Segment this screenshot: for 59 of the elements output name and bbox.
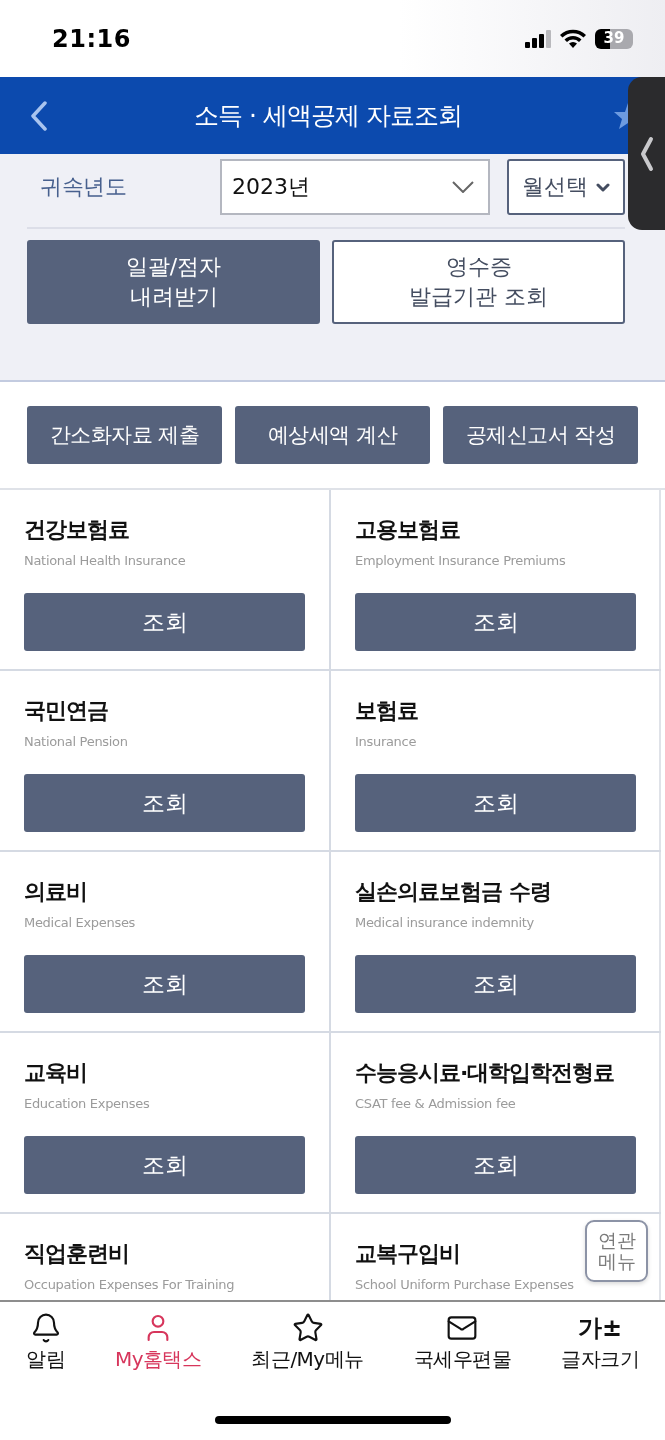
category-subtitle: Employment Insurance Premiums	[355, 552, 566, 569]
nav-tab[interactable]: My홈택스	[114, 1312, 202, 1373]
category-title: 의료비	[24, 878, 87, 906]
category-subtitle: Education Expenses	[24, 1095, 150, 1112]
action-button[interactable]: 간소화자료 제출	[27, 406, 222, 464]
nav-tab[interactable]: 국세우편물	[413, 1312, 512, 1373]
category-title: 보험료	[355, 697, 418, 725]
category-title: 교육비	[24, 1059, 87, 1087]
category-title: 직업훈련비	[24, 1240, 129, 1268]
status-time: 21:16	[52, 24, 131, 53]
query-button[interactable]: 조회	[355, 955, 636, 1013]
category-subtitle: CSAT fee & Admission fee	[355, 1095, 516, 1112]
category-subtitle: Occupation Expenses For Training	[24, 1276, 235, 1293]
chevron-down-icon	[452, 181, 474, 193]
chevron-left-icon	[639, 135, 654, 172]
wifi-icon	[560, 29, 586, 48]
back-chevron-icon[interactable]	[30, 100, 48, 131]
category-title: 국민연금	[24, 697, 108, 725]
category-subtitle: Medical Expenses	[24, 914, 136, 931]
year-select[interactable]: 2023년	[220, 159, 490, 215]
category-subtitle: Medical insurance indemnity	[355, 914, 534, 931]
side-panel-handle[interactable]	[628, 77, 665, 230]
nav-label: 국세우편물	[413, 1346, 512, 1373]
nav-label: My홈택스	[114, 1346, 202, 1373]
font-size-glyph: 가±	[578, 1313, 622, 1344]
category-subtitle: School Uniform Purchase Expenses	[355, 1276, 574, 1293]
nav-tab[interactable]: 알림	[26, 1312, 65, 1373]
category-title: 건강보험료	[24, 516, 129, 544]
query-button[interactable]: 조회	[355, 774, 636, 832]
year-label: 귀속년도	[39, 173, 127, 201]
action-button[interactable]: 공제신고서 작성	[443, 406, 638, 464]
chevron-down-icon	[596, 182, 610, 192]
year-value: 2023년	[232, 173, 310, 201]
category-title: 실손의료보험금 수령	[355, 878, 551, 906]
query-button[interactable]: 조회	[24, 1136, 305, 1194]
page-title: 소득 · 세액공제 자료조회	[193, 100, 463, 132]
signal-icon	[525, 29, 551, 48]
related-menu-button[interactable]: 연관 메뉴	[585, 1220, 648, 1282]
nav-label: 최근/My메뉴	[251, 1346, 364, 1373]
nav-tab[interactable]: 최근/My메뉴	[251, 1312, 364, 1373]
category-subtitle: National Health Insurance	[24, 552, 186, 569]
category-subtitle: National Pension	[24, 733, 128, 750]
download-button[interactable]: 일괄/점자 내려받기	[27, 240, 320, 324]
category-subtitle: Insurance	[355, 733, 417, 750]
issuer-lookup-button[interactable]: 영수증 발급기관 조회	[332, 240, 625, 324]
nav-label: 알림	[26, 1346, 65, 1373]
action-button[interactable]: 예상세액 계산	[235, 406, 430, 464]
query-button[interactable]: 조회	[24, 593, 305, 651]
query-button[interactable]: 조회	[24, 774, 305, 832]
category-title: 고용보험료	[355, 516, 460, 544]
query-button[interactable]: 조회	[355, 593, 636, 651]
query-button[interactable]: 조회	[355, 1136, 636, 1194]
nav-tab[interactable]: 가± 글자크기	[561, 1312, 639, 1373]
query-button[interactable]: 조회	[24, 955, 305, 1013]
category-title: 수능응시료·대학입학전형료	[355, 1059, 615, 1087]
category-title: 교복구입비	[355, 1240, 460, 1268]
nav-label: 글자크기	[561, 1346, 639, 1373]
star-icon	[291, 1312, 324, 1344]
month-select-button[interactable]: 월선택	[507, 159, 625, 215]
